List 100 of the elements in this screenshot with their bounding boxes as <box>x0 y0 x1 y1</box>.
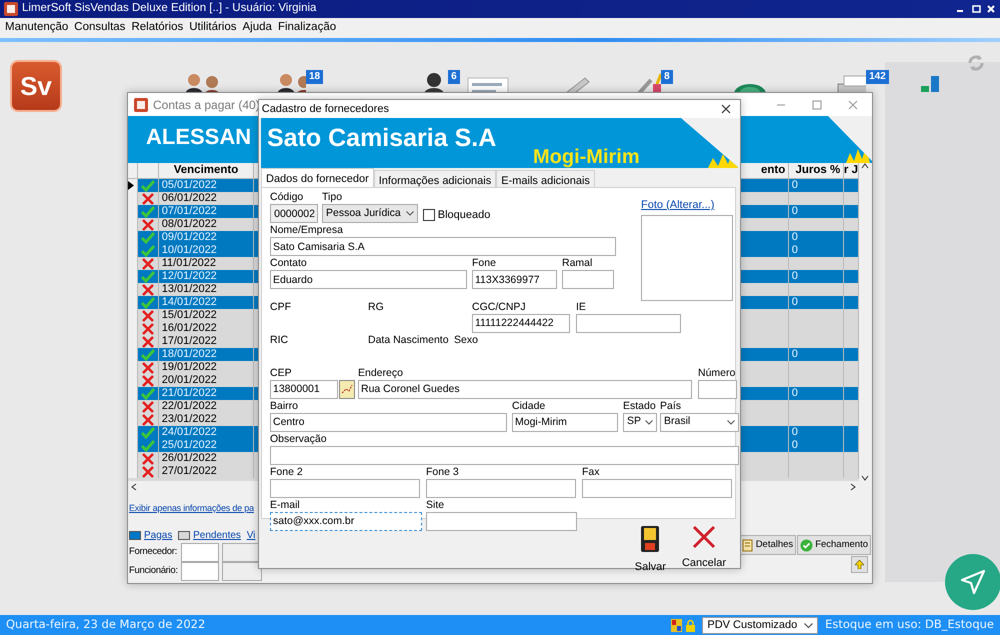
row-header[interactable] <box>128 179 138 192</box>
check-circle-icon <box>800 538 814 552</box>
input-field[interactable]: 13800001 <box>270 380 338 398</box>
filter-link[interactable]: Exibir apenas informações de pa <box>129 502 254 516</box>
input-field[interactable]: 113X3369977 <box>472 270 557 289</box>
cancel-button[interactable]: Cancelar <box>682 525 726 576</box>
close-icon[interactable] <box>721 104 732 114</box>
field-label: CPF <box>270 300 292 314</box>
field-label: RG <box>368 300 385 314</box>
banner-title: ALESSAN <box>146 123 252 151</box>
window-title: LimerSoft SisVendas Deluxe Edition [..] - Usuário: Virginia <box>22 1 316 16</box>
paper-plane-icon <box>960 569 986 595</box>
menu-item[interactable]: Ajuda <box>240 19 275 37</box>
restore-icon[interactable] <box>970 4 980 14</box>
scroll-down-icon[interactable] <box>861 475 869 481</box>
up-arrow-icon <box>855 560 864 569</box>
menu-item[interactable]: Utilitários <box>186 19 240 37</box>
field-label: Site <box>426 498 446 512</box>
filter-field[interactable] <box>222 562 262 580</box>
menu-item[interactable]: Relatórios <box>128 19 186 37</box>
field-label: País <box>660 400 682 412</box>
count-badge: 8 <box>661 70 673 84</box>
map-button[interactable] <box>339 380 355 398</box>
legend-link[interactable]: Vi <box>246 528 256 542</box>
field-label: Tipo <box>322 191 344 204</box>
input-field[interactable]: Eduardo <box>270 270 467 289</box>
field-label: Observação <box>270 432 328 446</box>
field-label: Fone 3 <box>426 466 460 478</box>
stock-text: Estoque em uso: DB_Estoque <box>825 616 994 634</box>
field-label: Fone 2 <box>270 466 304 478</box>
row-pointer-icon <box>128 181 134 190</box>
profile-dropdown[interactable]: PDV Customizado <box>702 616 818 634</box>
document-icon <box>740 538 754 552</box>
field-label: Código <box>270 191 304 204</box>
dropdown[interactable]: Pessoa Jurídica <box>322 204 418 223</box>
checkbox[interactable]: Bloqueado <box>423 207 513 224</box>
input-field[interactable] <box>270 446 739 464</box>
input-field[interactable] <box>576 314 681 332</box>
field-label: Número <box>698 366 736 380</box>
cross-icon <box>692 525 716 549</box>
input-field[interactable]: 11111222444422 <box>472 314 570 332</box>
tab[interactable]: Dados do fornecedor <box>261 168 374 187</box>
menu-item[interactable]: Consultas <box>71 19 128 37</box>
legend-link[interactable]: Pagas <box>144 528 172 542</box>
input-field[interactable] <box>270 478 420 498</box>
input-field[interactable] <box>698 380 737 398</box>
field-label: Cidade <box>512 400 546 412</box>
dialog-title: Cadastro de fornecedores <box>262 102 389 117</box>
field-label: RIC <box>270 334 290 346</box>
menu-item[interactable]: Finalização <box>274 19 340 37</box>
input-field[interactable]: Mogi-Mirim <box>512 412 618 432</box>
column-header: Juros % <box>789 163 844 178</box>
input-field[interactable] <box>426 478 576 498</box>
app-logo[interactable]: Sv <box>10 60 62 112</box>
scroll-left-icon[interactable] <box>130 483 137 491</box>
count-badge: 18 <box>306 70 324 84</box>
photo-link[interactable]: Foto (Alterar...) <box>641 197 714 214</box>
filter-label: Funcionário: <box>129 564 179 578</box>
date-text: Quarta-feira, 23 de Março de 2022 <box>6 616 206 634</box>
scroll-up-icon[interactable] <box>861 163 869 169</box>
scroll-top-button[interactable] <box>851 556 868 573</box>
field-label: Fax <box>582 466 601 478</box>
grid-icon <box>670 618 682 632</box>
field-label: IE <box>576 300 587 314</box>
close-button[interactable]: Fechamento <box>797 535 871 555</box>
input-field[interactable] <box>562 270 614 289</box>
field-label: Estado <box>623 400 657 412</box>
filter-label: Fornecedor: <box>129 544 178 559</box>
chevron-icon <box>804 622 814 628</box>
dropdown[interactable]: SP <box>623 412 657 432</box>
table-cell: 27/01/2022 <box>159 465 254 478</box>
count-badge: 142 <box>866 70 889 84</box>
field-label: Nome/Empresa <box>270 224 344 237</box>
app-logo-icon <box>4 2 18 16</box>
input-field[interactable] <box>426 512 577 530</box>
tab[interactable]: Informações adicionais <box>374 170 496 187</box>
field-label: CEP <box>270 366 293 380</box>
save-button[interactable]: Salvar <box>634 525 666 576</box>
input-field[interactable] <box>582 478 732 498</box>
scroll-right-icon[interactable] <box>850 483 856 491</box>
field-label: CGC/CNPJ <box>472 300 527 314</box>
input-field[interactable]: Sato Camisaria S.A <box>270 237 616 256</box>
field-label: Data Nascimento <box>368 334 450 346</box>
zigzag-drawing <box>846 147 870 163</box>
field-label: Contato <box>270 257 308 270</box>
tab[interactable]: E-mails adicionais <box>496 170 595 187</box>
field-label: Sexo <box>454 334 479 346</box>
lock-icon <box>684 618 696 632</box>
dropdown[interactable]: Brasil <box>660 412 739 432</box>
maximize-icon[interactable] <box>812 100 822 110</box>
filter-field[interactable] <box>181 562 219 580</box>
filter-field[interactable] <box>181 542 219 562</box>
input-field[interactable]: Rua Coronel Guedes <box>358 380 692 398</box>
legend-link[interactable]: Pendentes <box>193 528 241 542</box>
menu-item[interactable]: Manutenção <box>2 19 72 37</box>
column-header: Vencimento <box>159 163 254 178</box>
supplier-name: Sato Camisaria S.A <box>267 123 496 154</box>
vertical-scrollbar[interactable] <box>859 163 871 481</box>
input-field[interactable]: sato@xxx.com.br <box>270 512 422 530</box>
input-field[interactable]: Centro <box>270 412 507 432</box>
